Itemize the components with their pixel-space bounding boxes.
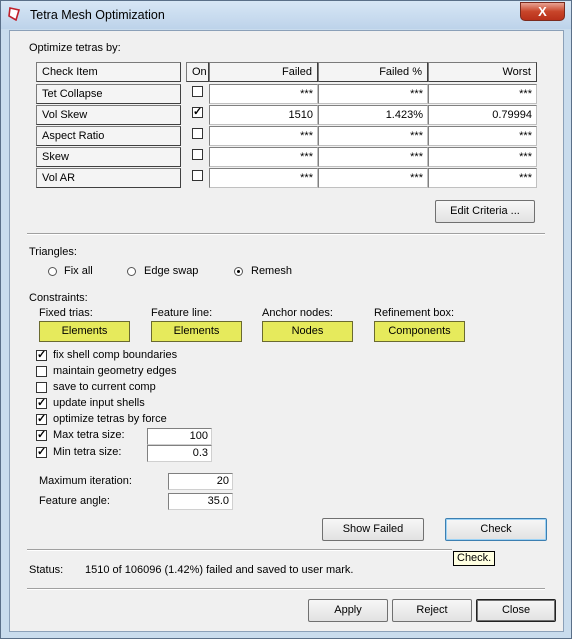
max-tetra-size-checkbox[interactable] <box>36 428 47 441</box>
separator <box>27 233 545 235</box>
optimize-tetras-by-force-label[interactable]: optimize tetras by force <box>53 413 167 425</box>
fix-shell-comp-boundaries-label[interactable]: fix shell comp boundaries <box>53 349 177 361</box>
row-failed-pct: *** <box>318 126 428 146</box>
row-on-checkbox[interactable] <box>192 170 203 181</box>
row-failed: *** <box>209 147 318 167</box>
separator <box>27 549 452 551</box>
radio-remesh-label[interactable]: Remesh <box>251 265 292 277</box>
dialog-window: Tetra Mesh Optimization X Optimize tetra… <box>0 0 572 639</box>
triangles-heading: Triangles: <box>29 246 77 258</box>
window-title: Tetra Mesh Optimization <box>30 8 165 22</box>
maintain-geometry-edges-checkbox[interactable] <box>36 366 47 377</box>
row-on-checkbox[interactable] <box>192 149 203 160</box>
close-window-button[interactable]: X <box>520 2 565 21</box>
max-tetra-size-label[interactable]: Max tetra size: <box>53 429 125 441</box>
save-to-current-comp-checkbox[interactable] <box>36 382 47 393</box>
row-failed: *** <box>209 126 318 146</box>
title-bar[interactable]: Tetra Mesh Optimization <box>1 1 571 29</box>
row-item-skew[interactable]: Skew <box>36 147 181 167</box>
dialog-client: Optimize tetras by: Check Item On Failed… <box>9 30 564 632</box>
refinement-box-components-button[interactable]: Components <box>374 321 465 342</box>
row-failed-pct: 1.423% <box>318 105 428 125</box>
fixed-trias-label: Fixed trias: <box>39 307 93 319</box>
row-failed-pct: *** <box>318 168 428 188</box>
max-iteration-input[interactable]: 20 <box>168 473 233 490</box>
anchor-nodes-button[interactable]: Nodes <box>262 321 353 342</box>
status-label: Status: <box>29 564 64 576</box>
min-tetra-size-input[interactable]: 0.3 <box>147 445 212 462</box>
col-header-failed[interactable]: Failed <box>209 62 318 82</box>
row-item-vol-skew[interactable]: Vol Skew <box>36 105 181 125</box>
apply-button[interactable]: Apply <box>308 599 388 622</box>
row-worst: *** <box>428 168 537 188</box>
check-button[interactable]: Check <box>445 518 547 541</box>
radio-edge-swap[interactable] <box>127 267 136 276</box>
max-tetra-size-input[interactable]: 100 <box>147 428 212 445</box>
update-input-shells-label[interactable]: update input shells <box>53 397 145 409</box>
row-failed-pct: *** <box>318 84 428 104</box>
close-button[interactable]: Close <box>476 599 556 622</box>
row-failed-pct: *** <box>318 147 428 167</box>
col-header-failed-pct[interactable]: Failed % <box>318 62 428 82</box>
row-item-vol-ar[interactable]: Vol AR <box>36 168 181 188</box>
radio-fix-all[interactable] <box>48 267 57 276</box>
maintain-geometry-edges-label[interactable]: maintain geometry edges <box>53 365 177 377</box>
row-worst: 0.79994 <box>428 105 537 125</box>
save-to-current-comp-label[interactable]: save to current comp <box>53 381 156 393</box>
row-failed: 1510 <box>209 105 318 125</box>
col-header-check-item[interactable]: Check Item <box>36 62 181 82</box>
row-failed: *** <box>209 168 318 188</box>
fixed-trias-elements-button[interactable]: Elements <box>39 321 130 342</box>
row-item-tet-collapse[interactable]: Tet Collapse <box>36 84 181 104</box>
min-tetra-size-checkbox[interactable] <box>36 445 47 458</box>
row-item-aspect-ratio[interactable]: Aspect Ratio <box>36 126 181 146</box>
reject-button[interactable]: Reject <box>392 599 472 622</box>
edit-criteria-button[interactable]: Edit Criteria ... <box>435 200 535 223</box>
fix-shell-comp-boundaries-checkbox[interactable] <box>36 348 47 361</box>
constraints-heading: Constraints: <box>29 292 88 304</box>
row-worst: *** <box>428 147 537 167</box>
row-worst: *** <box>428 126 537 146</box>
feature-line-elements-button[interactable]: Elements <box>151 321 242 342</box>
optimize-tetras-by-force-checkbox[interactable] <box>36 412 47 425</box>
update-input-shells-checkbox[interactable] <box>36 396 47 409</box>
optimize-heading: Optimize tetras by: <box>29 42 121 54</box>
radio-edge-swap-label[interactable]: Edge swap <box>144 265 198 277</box>
status-text: 1510 of 106096 (1.42%) failed and saved … <box>85 564 354 576</box>
row-failed: *** <box>209 84 318 104</box>
col-header-worst[interactable]: Worst <box>428 62 537 82</box>
check-tooltip: Check. <box>453 551 496 566</box>
row-on-checkbox[interactable] <box>192 128 203 139</box>
row-worst: *** <box>428 84 537 104</box>
feature-angle-input[interactable]: 35.0 <box>168 493 233 510</box>
row-on-checkbox[interactable] <box>192 86 203 97</box>
min-tetra-size-label[interactable]: Min tetra size: <box>53 446 121 458</box>
radio-fix-all-label[interactable]: Fix all <box>64 265 93 277</box>
show-failed-button[interactable]: Show Failed <box>322 518 424 541</box>
feature-line-label: Feature line: <box>151 307 213 319</box>
anchor-nodes-label: Anchor nodes: <box>262 307 333 319</box>
refinement-box-label: Refinement box: <box>374 307 455 319</box>
feature-angle-label: Feature angle: <box>39 495 110 507</box>
app-icon <box>8 7 20 21</box>
row-on-checkbox[interactable] <box>192 105 203 118</box>
radio-remesh[interactable] <box>234 267 243 276</box>
col-header-on[interactable]: On <box>186 62 209 82</box>
separator <box>27 588 545 590</box>
max-iteration-label: Maximum iteration: <box>39 475 132 487</box>
